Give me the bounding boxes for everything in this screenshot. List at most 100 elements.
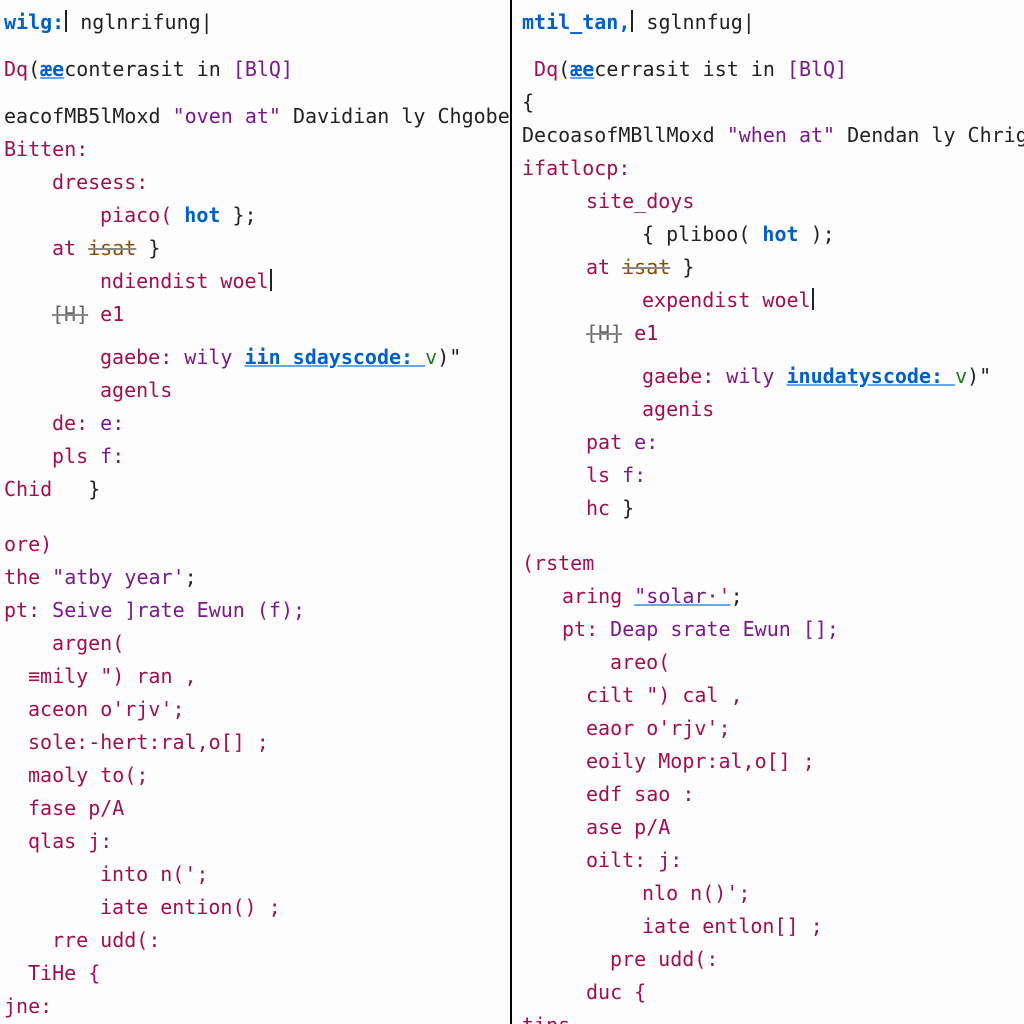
tok: maoly to(; <box>28 763 148 787</box>
tok: pre udd(: <box>610 947 718 971</box>
tok: aceon o'rjv'; <box>28 697 185 721</box>
cursor-icon <box>270 269 272 291</box>
tok: }; <box>220 203 256 227</box>
tok: Seive ]rate Ewun (f); <box>52 598 305 622</box>
path-line: eacofMB5lMoxd "oven at" Davidian ly Chgo… <box>4 100 506 133</box>
code-line: fase p/A <box>4 792 506 825</box>
code-line: gaebe: wily iin sdayscode: v)" <box>4 341 506 374</box>
link-token[interactable]: inudatyscode: <box>787 364 956 388</box>
tok: isat <box>88 236 136 260</box>
tok: edf sao : <box>586 782 694 806</box>
code-line: the "atby year'; <box>4 561 506 594</box>
tok: hot <box>762 222 798 246</box>
code-line: iate entlon[] ; <box>522 910 1020 943</box>
tok: } <box>52 477 100 501</box>
tok: e: <box>634 430 658 454</box>
title-keyword: wilg: <box>4 10 64 34</box>
code-line: piaco( hot }; <box>4 199 506 232</box>
code-line: hc } <box>522 492 1020 525</box>
decl-box: [BlQ] <box>787 57 847 81</box>
link-token[interactable]: iin sdayscode: <box>245 345 426 369</box>
decl-keyword: Dq <box>4 57 28 81</box>
tok: oilt: j: <box>586 848 682 872</box>
code-line: TiHe { <box>4 957 506 990</box>
tok: expendist woel <box>642 288 811 312</box>
code-line: expendist woel <box>522 284 1020 317</box>
code-line: ndiendist woel <box>4 265 506 298</box>
cursor-icon <box>812 288 814 310</box>
tok: eaor o'rjv'; <box>586 716 731 740</box>
decl-box: [BlQ] <box>233 57 293 81</box>
path-line: DecoasofMBllMoxd "when at" Dendan ly Chr… <box>522 119 1020 152</box>
code-line: agenls <box>4 374 506 407</box>
decl-line: Dq(æecerrasit ist in [BlQ] <box>522 53 1020 86</box>
path-b: Dendan ly Chrign <box>835 123 1024 147</box>
tok: iate ention() ; <box>100 895 281 919</box>
path-a: eacofMB5lMoxd <box>4 104 173 128</box>
tok: nlo n()'; <box>642 881 750 905</box>
tok: sole:-hert:ral,o[] ; <box>28 730 269 754</box>
path-a: DecoasofMBllMoxd <box>522 123 727 147</box>
code-line: at isat } <box>4 232 506 265</box>
code-line: jne: <box>4 990 506 1023</box>
tok: ls <box>586 463 622 487</box>
tok: isat <box>622 255 670 279</box>
tok: at <box>52 236 88 260</box>
tok: areo( <box>610 650 670 674</box>
title-line: wilg: nglnrifung| <box>4 6 506 39</box>
title-keyword: mtil_tan, <box>522 10 630 34</box>
code-line: sole:-hert:ral,o[] ; <box>4 726 506 759</box>
tok: f: <box>100 444 124 468</box>
tok: agenls <box>100 378 172 402</box>
code-line: ore) <box>4 528 506 561</box>
tok: )" <box>437 345 461 369</box>
tok: "solar·' <box>634 584 730 608</box>
code-line: edf sao : <box>522 778 1020 811</box>
tok: at <box>586 255 622 279</box>
code-line: aceon o'rjv'; <box>4 693 506 726</box>
link-token[interactable]: æe <box>40 57 64 81</box>
code-line: oilt: j: <box>522 844 1020 877</box>
tok: [H] <box>52 302 88 326</box>
diff-pane-left[interactable]: wilg: nglnrifung| Dq(æeconterasit in [Bl… <box>0 0 512 1024</box>
path-q1: "when at" <box>727 123 835 147</box>
tok: the <box>4 565 52 589</box>
sect1-label: Bitten: <box>4 137 88 161</box>
tok: f: <box>622 463 646 487</box>
code-line: pat e: <box>522 426 1020 459</box>
code-line: { pliboo( hot ); <box>522 218 1020 251</box>
tok: hc <box>586 496 610 520</box>
tok: rre udd(: <box>52 928 160 952</box>
tok: ase p/A <box>586 815 670 839</box>
tok: e1 <box>100 302 124 326</box>
section-2: site_doys <box>522 185 1020 218</box>
tok: pat <box>586 430 634 454</box>
tok: gaebe: <box>642 364 726 388</box>
tok: ≡mily ") ran , <box>28 664 197 688</box>
code-line: iate ention() ; <box>4 891 506 924</box>
code-line: nlo n()'; <box>522 877 1020 910</box>
tok: pt: <box>4 598 52 622</box>
code-line: agenis <box>522 393 1020 426</box>
cursor-icon <box>65 10 67 32</box>
code-line: at isat } <box>522 251 1020 284</box>
decl-mid: conterasit in <box>64 57 233 81</box>
link-token[interactable]: æe <box>570 57 594 81</box>
code-line: pre udd(: <box>522 943 1020 976</box>
brace-line: { <box>522 86 1020 119</box>
tok: e1 <box>634 321 658 345</box>
tok: hot <box>184 203 220 227</box>
tok: fase p/A <box>28 796 124 820</box>
tok: )" <box>967 364 991 388</box>
code-line: pt: Deap srate Ewun []; <box>522 613 1020 646</box>
title-line: mtil_tan, sglnnfug| <box>522 6 1020 39</box>
sect2-label: dresess: <box>4 170 148 194</box>
tok: eoily Mopr:al,o[] ; <box>586 749 815 773</box>
code-line: maoly to(; <box>4 759 506 792</box>
diff-pane-right[interactable]: mtil_tan, sglnnfug| Dq(æecerrasit ist in… <box>512 0 1024 1024</box>
code-line: gaebe: wily inudatyscode: v)" <box>522 360 1020 393</box>
path-q1: "oven at" <box>173 104 281 128</box>
tok: [H] <box>586 321 622 345</box>
section-2: dresess: <box>4 166 506 199</box>
section-1: ifatlocp: <box>522 152 1020 185</box>
